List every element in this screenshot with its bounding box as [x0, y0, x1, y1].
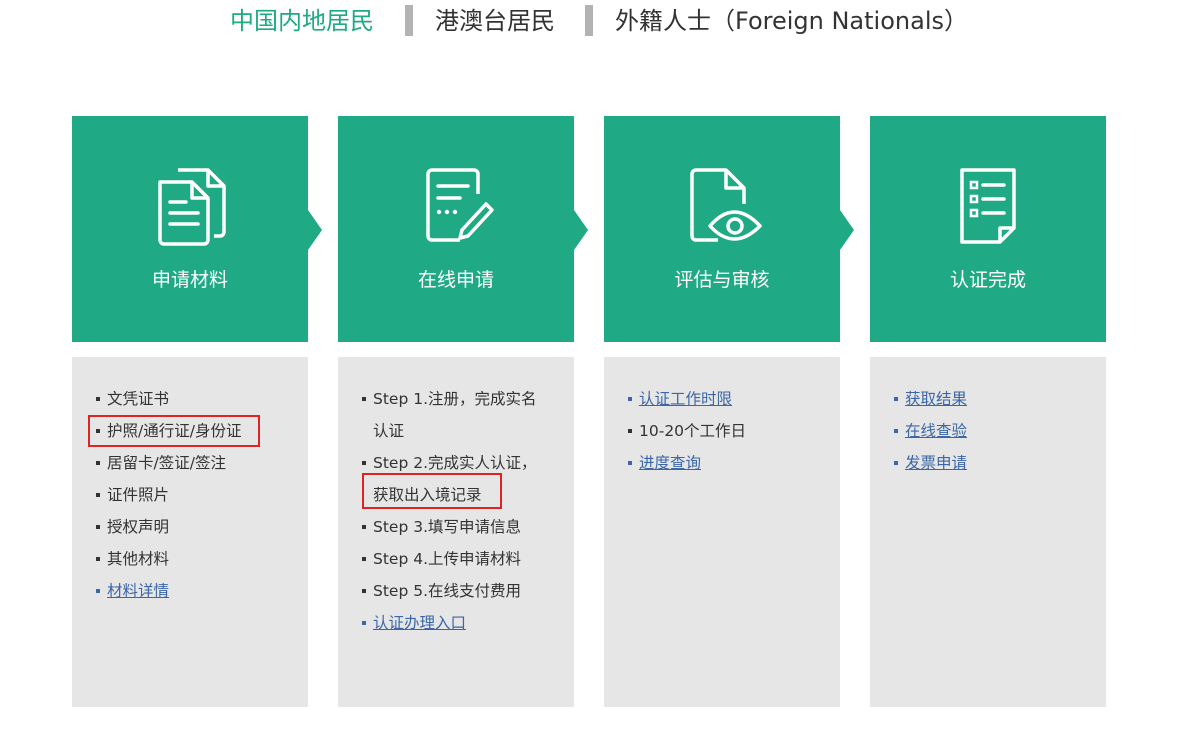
list-item: Step 4.上传申请材料 [362, 543, 574, 575]
step-title: 评估与审核 [674, 269, 770, 291]
step-card: 申请材料 [72, 116, 308, 342]
list-item: 材料详情 [96, 575, 308, 607]
step-panel: Step 1.注册，完成实名 认证 Step 2.完成实人认证， 获取出入境记录… [338, 357, 574, 707]
list-item: 认证办理入口 [362, 607, 574, 639]
step-panel: 获取结果 在线查验 发票申请 [870, 357, 1106, 707]
step-column-online-application: 在线申请 Step 1.注册，完成实名 认证 Step 2.完成实人认证， 获取… [338, 116, 574, 707]
list-item: Step 3.填写申请信息 [362, 511, 574, 543]
chevron-right-icon [308, 210, 322, 250]
region-tabs: 中国内地居民 港澳台居民 外籍人士（Foreign Nationals） [0, 0, 1182, 44]
step-title: 在线申请 [417, 269, 494, 291]
list-item: 获取结果 [894, 383, 1106, 415]
tab-separator [405, 5, 413, 36]
list-item: 居留卡/签证/签注 [96, 447, 308, 479]
list-item: 护照/通行证/身份证 [96, 415, 308, 447]
chevron-right-icon [574, 210, 588, 250]
step-title: 申请材料 [151, 269, 228, 291]
chevron-right-icon [840, 210, 854, 250]
step-card: 认证完成 [870, 116, 1106, 342]
list-item: 获取出入境记录 [373, 486, 482, 504]
list-item: 进度查询 [628, 447, 840, 479]
list-item: 文凭证书 [96, 383, 308, 415]
step-column-materials: 申请材料 文凭证书 护照/通行证/身份证 居留卡/签证/签注 证件照片 授权声明… [72, 116, 308, 707]
processing-time-link[interactable]: 认证工作时限 [639, 390, 732, 408]
list-item: 10-20个工作日 [628, 415, 840, 447]
step-title: 认证完成 [949, 269, 1026, 291]
online-verify-link[interactable]: 在线查验 [905, 422, 967, 440]
step-column-complete: 认证完成 获取结果 在线查验 发票申请 [870, 116, 1106, 707]
step-panel: 文凭证书 护照/通行证/身份证 居留卡/签证/签注 证件照片 授权声明 其他材料… [72, 357, 308, 707]
materials-details-link[interactable]: 材料详情 [107, 582, 169, 600]
list-item: Step 2.完成实人认证， [362, 447, 574, 479]
list-item: 认证 [373, 422, 405, 440]
list-item: 在线查验 [894, 415, 1106, 447]
checklist-icon [960, 168, 1016, 244]
get-result-link[interactable]: 获取结果 [905, 390, 967, 408]
tab-mainland-residents[interactable]: 中国内地居民 [230, 4, 374, 38]
tab-foreign-nationals[interactable]: 外籍人士（Foreign Nationals） [615, 4, 968, 38]
form-edit-icon [426, 168, 494, 242]
list-item: 其他材料 [96, 543, 308, 575]
certification-entry-link[interactable]: 认证办理入口 [373, 614, 466, 632]
document-eye-icon [690, 168, 762, 242]
list-item: 授权声明 [96, 511, 308, 543]
list-item: 证件照片 [96, 479, 308, 511]
list-item: 发票申请 [894, 447, 1106, 479]
invoice-request-link[interactable]: 发票申请 [905, 454, 967, 472]
list-item: Step 5.在线支付费用 [362, 575, 574, 607]
tab-hk-macao-taiwan-residents[interactable]: 港澳台居民 [435, 4, 555, 38]
progress-query-link[interactable]: 进度查询 [639, 454, 701, 472]
tab-separator [585, 5, 593, 36]
step-panel: 认证工作时限 10-20个工作日 进度查询 [604, 357, 840, 707]
list-item: Step 1.注册，完成实名 [362, 383, 574, 415]
documents-icon [158, 168, 226, 246]
step-card: 在线申请 [338, 116, 574, 342]
step-card: 评估与审核 [604, 116, 840, 342]
list-item: 认证工作时限 [628, 383, 840, 415]
step-column-review: 评估与审核 认证工作时限 10-20个工作日 进度查询 [604, 116, 840, 707]
